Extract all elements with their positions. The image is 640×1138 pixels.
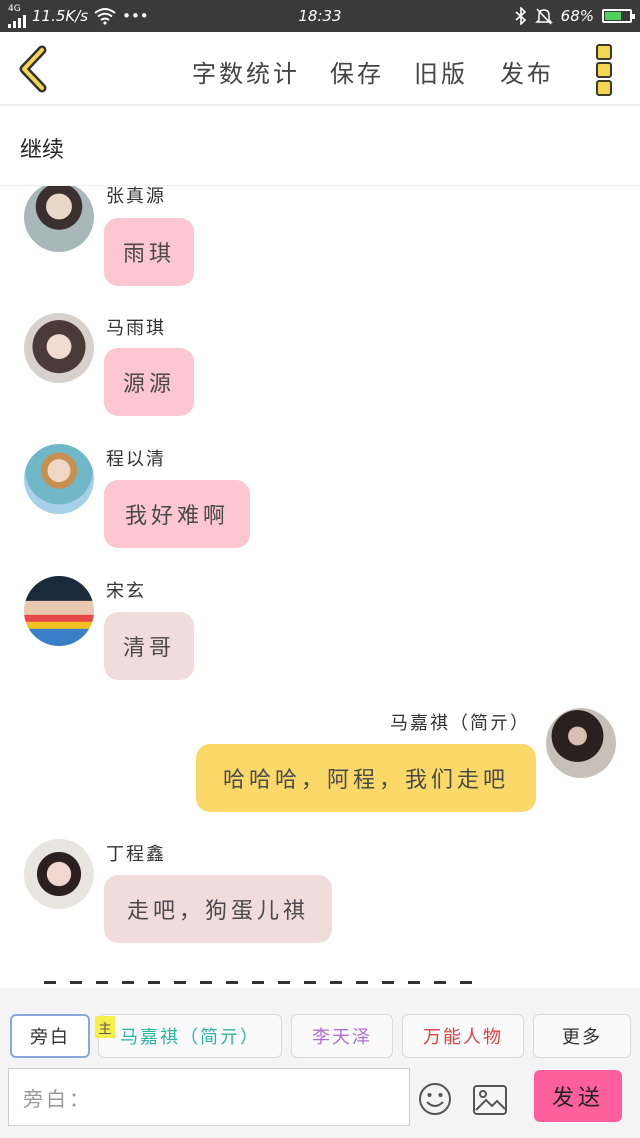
message-input[interactable]: 旁白： [8, 1068, 410, 1126]
avatar[interactable] [24, 576, 94, 646]
send-button[interactable]: 发送 [534, 1070, 622, 1122]
more-menu-icon[interactable] [596, 44, 616, 96]
avatar[interactable] [24, 444, 94, 514]
battery-level [605, 12, 622, 20]
old-version-button[interactable]: 旧版 [414, 54, 468, 89]
avatar[interactable] [24, 313, 94, 383]
sender-name: 程以清 [106, 449, 166, 470]
editor-toolbar: 字数统计 保存 旧版 发布 [0, 32, 640, 106]
sender-name: 张真源 [106, 186, 166, 207]
role-tab-more[interactable]: 更多 [533, 1014, 631, 1058]
network-type-icon: 4G [8, 3, 26, 28]
status-left: 4G 11.5K/s ••• [8, 0, 149, 32]
message-bubble[interactable]: 走吧，狗蛋儿祺 [104, 875, 332, 943]
role-tab-li-tianze[interactable]: 李天泽 [291, 1014, 393, 1058]
message-bubble[interactable]: 雨琪 [104, 218, 194, 286]
back-arrow-icon[interactable] [14, 44, 54, 94]
main-character-badge: 主 [95, 1016, 115, 1038]
sender-name: 马雨琪 [106, 318, 166, 339]
mute-bell-icon [534, 8, 553, 25]
battery-icon [602, 9, 635, 23]
image-icon[interactable] [472, 1084, 508, 1116]
status-right: 68% [515, 0, 635, 32]
scroll-divider [44, 981, 484, 984]
wifi-icon [94, 8, 116, 25]
avatar[interactable] [546, 708, 616, 778]
sender-name: 宋玄 [106, 581, 146, 602]
role-tab-universal[interactable]: 万能人物 [402, 1014, 524, 1058]
message-bubble[interactable]: 我好难啊 [104, 480, 250, 548]
signal-icon [8, 14, 26, 28]
word-count-button[interactable]: 字数统计 [192, 54, 300, 89]
save-button[interactable]: 保存 [330, 54, 384, 89]
role-tab-ma-jiaqi[interactable]: 马嘉祺（简亓） [98, 1014, 282, 1058]
continue-button[interactable]: 继续 [20, 132, 64, 164]
publish-button[interactable]: 发布 [500, 54, 554, 89]
chat-area[interactable]: 张真源 雨琪 马雨琪 源源 程以清 我好难啊 宋玄 清哥 马嘉祺（简亓） 哈哈哈… [0, 186, 640, 988]
sender-name: 马嘉祺（简亓） [390, 713, 530, 734]
network-speed: 11.5K/s [32, 7, 89, 25]
bluetooth-icon [515, 7, 526, 25]
status-bar: 4G 11.5K/s ••• 18:33 68% [0, 0, 640, 32]
avatar[interactable] [24, 839, 94, 909]
avatar[interactable] [24, 186, 94, 252]
continue-bar: 继续 [0, 106, 640, 186]
battery-percent: 68% [560, 7, 594, 25]
more-notifications: ••• [122, 7, 149, 25]
message-bubble[interactable]: 哈哈哈，阿程，我们走吧 [196, 744, 536, 812]
network-type: 4G [8, 3, 21, 14]
emoji-icon[interactable] [418, 1082, 452, 1116]
sender-name: 丁程鑫 [106, 844, 166, 865]
role-tab-narrator[interactable]: 旁白 [10, 1014, 90, 1058]
message-bubble[interactable]: 源源 [104, 348, 194, 416]
input-panel: 旁白 马嘉祺（简亓） 主 李天泽 万能人物 更多 旁白： 发送 [0, 988, 640, 1138]
message-bubble[interactable]: 清哥 [104, 612, 194, 680]
